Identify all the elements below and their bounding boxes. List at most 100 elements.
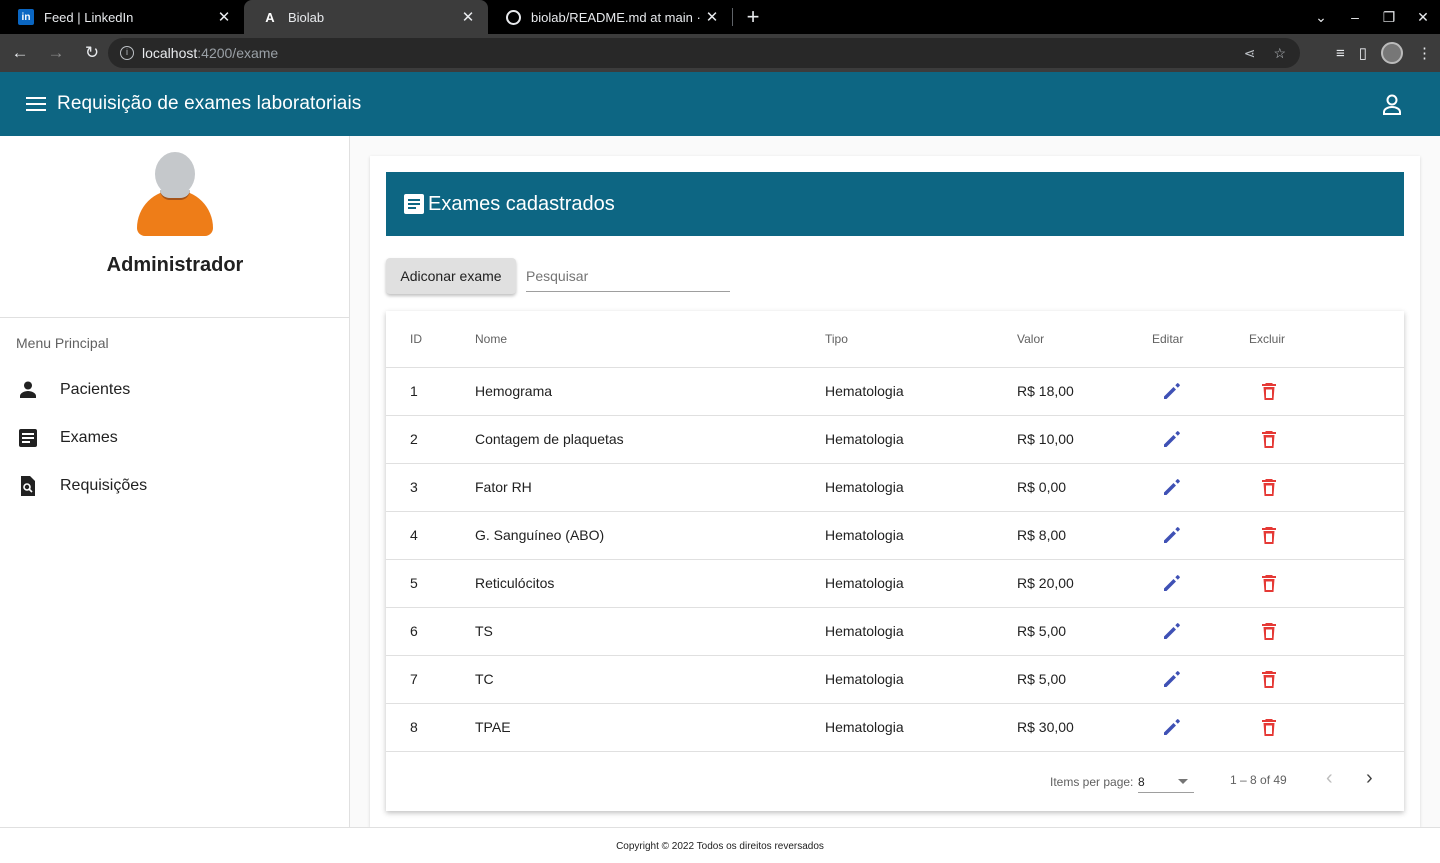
cell-valor: R$ 8,00 — [1017, 511, 1152, 560]
sidebar: Administrador Menu Principal Pacientes E… — [0, 136, 350, 827]
table-row: 1 Hemograma Hematologia R$ 18,00 — [386, 367, 1404, 416]
table-row: 5 Reticulócitos Hematologia R$ 20,00 — [386, 559, 1404, 608]
edit-icon[interactable] — [1162, 429, 1182, 449]
delete-icon[interactable] — [1259, 429, 1279, 449]
tab-search-icon[interactable]: ⌄ — [1304, 9, 1338, 26]
cell-tipo: Hematologia — [825, 463, 1017, 512]
cell-tipo: Hematologia — [825, 415, 1017, 464]
sidebar-item-pacientes[interactable]: Pacientes — [0, 366, 349, 414]
angular-icon: A — [265, 9, 275, 25]
url-path: :4200/exame — [197, 45, 279, 61]
cell-excluir — [1249, 703, 1404, 752]
exams-table: ID Nome Tipo Valor Editar Excluir 1 Hemog… — [386, 311, 1404, 811]
cell-id: 6 — [386, 607, 475, 656]
edit-icon[interactable] — [1162, 573, 1182, 593]
profile-avatar-icon[interactable] — [1381, 42, 1403, 64]
cell-valor: R$ 5,00 — [1017, 607, 1152, 656]
sidebar-item-exames[interactable]: Exames — [0, 414, 349, 462]
cell-editar — [1152, 607, 1249, 656]
edit-icon[interactable] — [1162, 717, 1182, 737]
cell-nome: Contagem de plaquetas — [475, 415, 825, 464]
card-header: Exames cadastrados — [386, 172, 1404, 236]
column-header-id: ID — [386, 311, 475, 368]
next-page-button[interactable]: › — [1366, 767, 1373, 790]
cell-valor: R$ 20,00 — [1017, 559, 1152, 608]
sidebar-item-label: Pacientes — [60, 381, 131, 398]
cell-valor: R$ 30,00 — [1017, 703, 1152, 752]
cell-tipo: Hematologia — [825, 655, 1017, 704]
cell-editar — [1152, 415, 1249, 464]
chevron-down-icon — [1178, 779, 1188, 784]
cell-editar — [1152, 367, 1249, 416]
site-info-icon[interactable]: i — [120, 46, 134, 60]
table-row: 7 TC Hematologia R$ 5,00 — [386, 655, 1404, 704]
delete-icon[interactable] — [1259, 381, 1279, 401]
previous-page-button[interactable]: ‹ — [1326, 767, 1333, 790]
cell-valor: R$ 10,00 — [1017, 415, 1152, 464]
edit-icon[interactable] — [1162, 381, 1182, 401]
cell-tipo: Hematologia — [825, 559, 1017, 608]
new-tab-icon[interactable]: + — [733, 0, 773, 34]
column-header-excluir: Excluir — [1249, 311, 1404, 368]
cell-excluir — [1249, 607, 1404, 656]
cell-tipo: Hematologia — [825, 511, 1017, 560]
media-control-icon[interactable]: ≡ — [1336, 45, 1345, 62]
page-size-value: 8 — [1138, 775, 1145, 789]
cell-id: 3 — [386, 463, 475, 512]
edit-icon[interactable] — [1162, 669, 1182, 689]
tab-title: biolab/README.md at main · g — [531, 9, 704, 25]
cell-nome: Hemograma — [475, 367, 825, 416]
close-icon[interactable]: ✕ — [704, 8, 720, 26]
page-size-select[interactable]: 8 — [1138, 769, 1194, 793]
sidebar-item-label: Exames — [60, 429, 118, 446]
profile-section: Administrador — [0, 136, 349, 318]
cell-excluir — [1249, 559, 1404, 608]
cell-editar — [1152, 655, 1249, 704]
cell-editar — [1152, 559, 1249, 608]
reload-icon[interactable]: ↻ — [76, 43, 108, 63]
delete-icon[interactable] — [1259, 621, 1279, 641]
delete-icon[interactable] — [1259, 717, 1279, 737]
tab-title: Biolab — [288, 9, 325, 25]
page-range: 1 – 8 of 49 — [1230, 773, 1287, 787]
cell-nome: Reticulócitos — [475, 559, 825, 608]
edit-icon[interactable] — [1162, 621, 1182, 641]
account-icon[interactable] — [1382, 94, 1402, 116]
close-icon[interactable]: ✕ — [460, 8, 476, 26]
table-row: 2 Contagem de plaquetas Hematologia R$ 10,0… — [386, 415, 1404, 464]
sidebar-item-requisicoes[interactable]: Requisições — [0, 462, 349, 510]
edit-icon[interactable] — [1162, 525, 1182, 545]
bookmark-star-icon[interactable]: ☆ — [1273, 45, 1286, 62]
address-bar[interactable]: i localhost:4200/exame ⋖ ☆ — [108, 38, 1300, 68]
back-icon[interactable]: ← — [4, 43, 36, 63]
delete-icon[interactable] — [1259, 477, 1279, 497]
restore-icon[interactable]: ❐ — [1372, 9, 1406, 26]
cell-excluir — [1249, 511, 1404, 560]
profile-name: Administrador — [106, 254, 244, 276]
browser-tab-biolab[interactable]: A Biolab ✕ — [244, 0, 488, 34]
forward-icon[interactable]: → — [40, 43, 72, 63]
share-icon[interactable]: ⋖ — [1244, 45, 1256, 62]
delete-icon[interactable] — [1259, 669, 1279, 689]
url-host: localhost — [142, 45, 198, 61]
github-icon — [506, 9, 521, 25]
delete-icon[interactable] — [1259, 573, 1279, 593]
side-panel-icon[interactable]: ▯ — [1359, 44, 1367, 62]
sidebar-item-label: Requisições — [60, 477, 148, 494]
browser-tab-linkedin[interactable]: in Feed | LinkedIn ✕ — [0, 0, 244, 34]
cell-editar — [1152, 463, 1249, 512]
delete-icon[interactable] — [1259, 525, 1279, 545]
column-header-tipo: Tipo — [825, 311, 1017, 368]
close-window-icon[interactable]: ✕ — [1406, 9, 1440, 26]
close-icon[interactable]: ✕ — [216, 8, 232, 26]
column-header-editar: Editar — [1152, 311, 1249, 368]
browser-tab-github[interactable]: biolab/README.md at main · g ✕ — [488, 0, 732, 34]
page-title: Exames cadastrados — [428, 192, 615, 215]
linkedin-icon: in — [18, 9, 34, 25]
edit-icon[interactable] — [1162, 477, 1182, 497]
add-exam-button[interactable]: Adiconar exame — [386, 258, 516, 294]
minimize-icon[interactable]: – — [1338, 9, 1372, 25]
search-input[interactable] — [526, 260, 730, 292]
hamburger-menu-icon[interactable] — [26, 97, 46, 111]
browser-menu-icon[interactable]: ⋮ — [1417, 44, 1432, 62]
